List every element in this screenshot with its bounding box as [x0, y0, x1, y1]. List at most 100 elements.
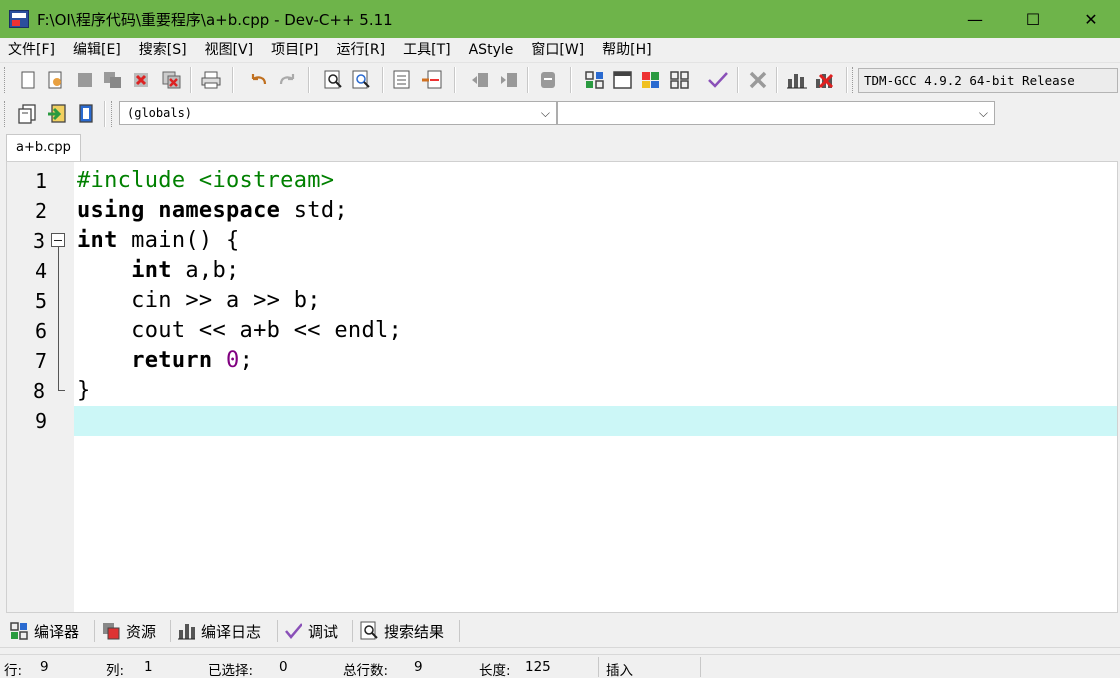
tab-debug-label: 调试 [308, 622, 339, 641]
editor-tab-strip: a+b.cpp [0, 132, 1120, 161]
toolbar-separator [190, 67, 192, 93]
toolbar-separator [308, 67, 310, 93]
tab-separator [170, 620, 171, 642]
code-line: 4 int a,b; [7, 256, 1117, 286]
status-selected-label: 已选择: [208, 663, 254, 678]
redo-icon[interactable] [275, 68, 299, 92]
menu-project[interactable]: 项目[P] [262, 38, 327, 62]
menu-view[interactable]: 视图[V] [196, 38, 263, 62]
open-file-icon[interactable] [43, 68, 67, 92]
tab-debug[interactable]: 调试 [284, 619, 338, 643]
devcpp-app-icon [9, 10, 29, 28]
status-row-label: 行: [4, 663, 23, 678]
toolbar-separator [527, 67, 529, 93]
menu-execute[interactable]: 运行[R] [327, 38, 394, 62]
toggle-comment-icon[interactable] [536, 68, 560, 92]
compile-icon[interactable] [583, 68, 607, 92]
status-col-label: 列: [106, 663, 125, 678]
compile-run-icon[interactable] [639, 68, 663, 92]
indent-icon[interactable] [469, 68, 493, 92]
tab-compiler-label: 编译器 [34, 622, 80, 641]
status-selected-value: 0 [279, 659, 288, 675]
code-line: 8 } [7, 376, 1117, 406]
stop-execution-icon[interactable] [746, 68, 770, 92]
new-project-icon[interactable] [16, 102, 40, 126]
toolbar-separator [570, 67, 572, 93]
menu-help[interactable]: 帮助[H] [593, 38, 660, 62]
compile-log-icon [177, 622, 195, 640]
new-file-icon[interactable] [16, 68, 40, 92]
code-text: cout << a+b << endl; [77, 318, 403, 343]
toggle-bookmark-icon[interactable] [420, 68, 444, 92]
menu-window[interactable]: 窗口[W] [522, 38, 593, 62]
unindent-icon[interactable] [498, 68, 522, 92]
code-line: 5 cin >> a >> b; [7, 286, 1117, 316]
tab-compiler[interactable]: 编译器 [10, 619, 79, 643]
minimize-button[interactable]: — [946, 0, 1004, 38]
print-icon[interactable] [199, 68, 223, 92]
code-editor[interactable]: 1 #include <iostream> 2 using namespace … [6, 161, 1118, 613]
menu-search[interactable]: 搜索[S] [130, 38, 196, 62]
tab-search-results[interactable]: 搜索结果 [360, 619, 444, 643]
profile-analysis-icon[interactable] [785, 68, 809, 92]
tab-resources[interactable]: 资源 [102, 619, 156, 643]
toolbar-separator [232, 67, 234, 93]
toolbar-grip [111, 101, 114, 127]
line-number: 7 [34, 349, 47, 373]
replace-icon[interactable] [350, 68, 374, 92]
status-length-value: 125 [525, 659, 551, 675]
code-text: int a,b; [131, 258, 240, 283]
toolbar-grip [852, 67, 855, 93]
code-line: 7 return 0; [7, 346, 1117, 376]
compiler-icon [10, 622, 28, 640]
compiler-select[interactable]: TDM-GCC 4.9.2 64-bit Release [858, 68, 1118, 93]
line-number: 1 [34, 169, 47, 193]
status-col-value: 1 [144, 659, 153, 675]
status-length-label: 长度: [479, 663, 511, 678]
secondary-toolbar: (globals) ⌵ ⌵ [0, 97, 1000, 132]
menu-tools[interactable]: 工具[T] [394, 38, 459, 62]
line-number: 5 [34, 289, 47, 313]
code-line: 9 [7, 406, 1117, 436]
goto-line-icon[interactable] [390, 68, 414, 92]
tab-compile-log[interactable]: 编译日志 [177, 619, 261, 643]
member-combo[interactable]: ⌵ [557, 101, 995, 125]
status-lines-label: 总行数: [343, 663, 389, 678]
save-icon[interactable] [73, 68, 97, 92]
tab-resources-label: 资源 [126, 622, 157, 641]
scope-combo-value: (globals) [127, 106, 193, 120]
delete-profile-icon[interactable] [813, 68, 837, 92]
tab-separator [277, 620, 278, 642]
syntax-check-icon[interactable] [706, 68, 730, 92]
status-separator [700, 657, 701, 677]
code-text: int main() { [77, 228, 240, 253]
code-line: 2 using namespace std; [7, 196, 1117, 226]
search-results-icon [360, 621, 378, 640]
toolbar-separator [454, 67, 456, 93]
run-icon[interactable] [611, 68, 635, 92]
rebuild-all-icon[interactable] [668, 68, 692, 92]
close-all-icon[interactable] [160, 68, 184, 92]
remove-from-project-icon[interactable] [74, 102, 98, 126]
find-icon[interactable] [322, 68, 346, 92]
code-line: 3 int main() { [7, 226, 1117, 256]
undo-icon[interactable] [247, 68, 271, 92]
tab-a-plus-b-cpp[interactable]: a+b.cpp [6, 134, 81, 161]
toolbar-separator [104, 101, 106, 127]
line-number: 9 [34, 409, 47, 433]
menu-astyle[interactable]: AStyle [460, 38, 523, 62]
line-number: 2 [34, 199, 47, 223]
save-all-icon[interactable] [101, 68, 125, 92]
close-file-icon[interactable] [130, 68, 154, 92]
line-number: 4 [34, 259, 47, 283]
close-button[interactable]: ✕ [1062, 0, 1120, 38]
resources-icon [102, 622, 120, 640]
menu-file[interactable]: 文件[F] [0, 38, 64, 62]
code-text: cin >> a >> b; [77, 288, 321, 313]
line-number: 3 [32, 229, 45, 253]
add-to-project-icon[interactable] [45, 102, 69, 126]
scope-combo[interactable]: (globals) ⌵ [119, 101, 557, 125]
chevron-down-icon: ⌵ [540, 106, 550, 120]
menu-edit[interactable]: 编辑[E] [64, 38, 130, 62]
maximize-button[interactable]: ☐ [1004, 0, 1062, 38]
